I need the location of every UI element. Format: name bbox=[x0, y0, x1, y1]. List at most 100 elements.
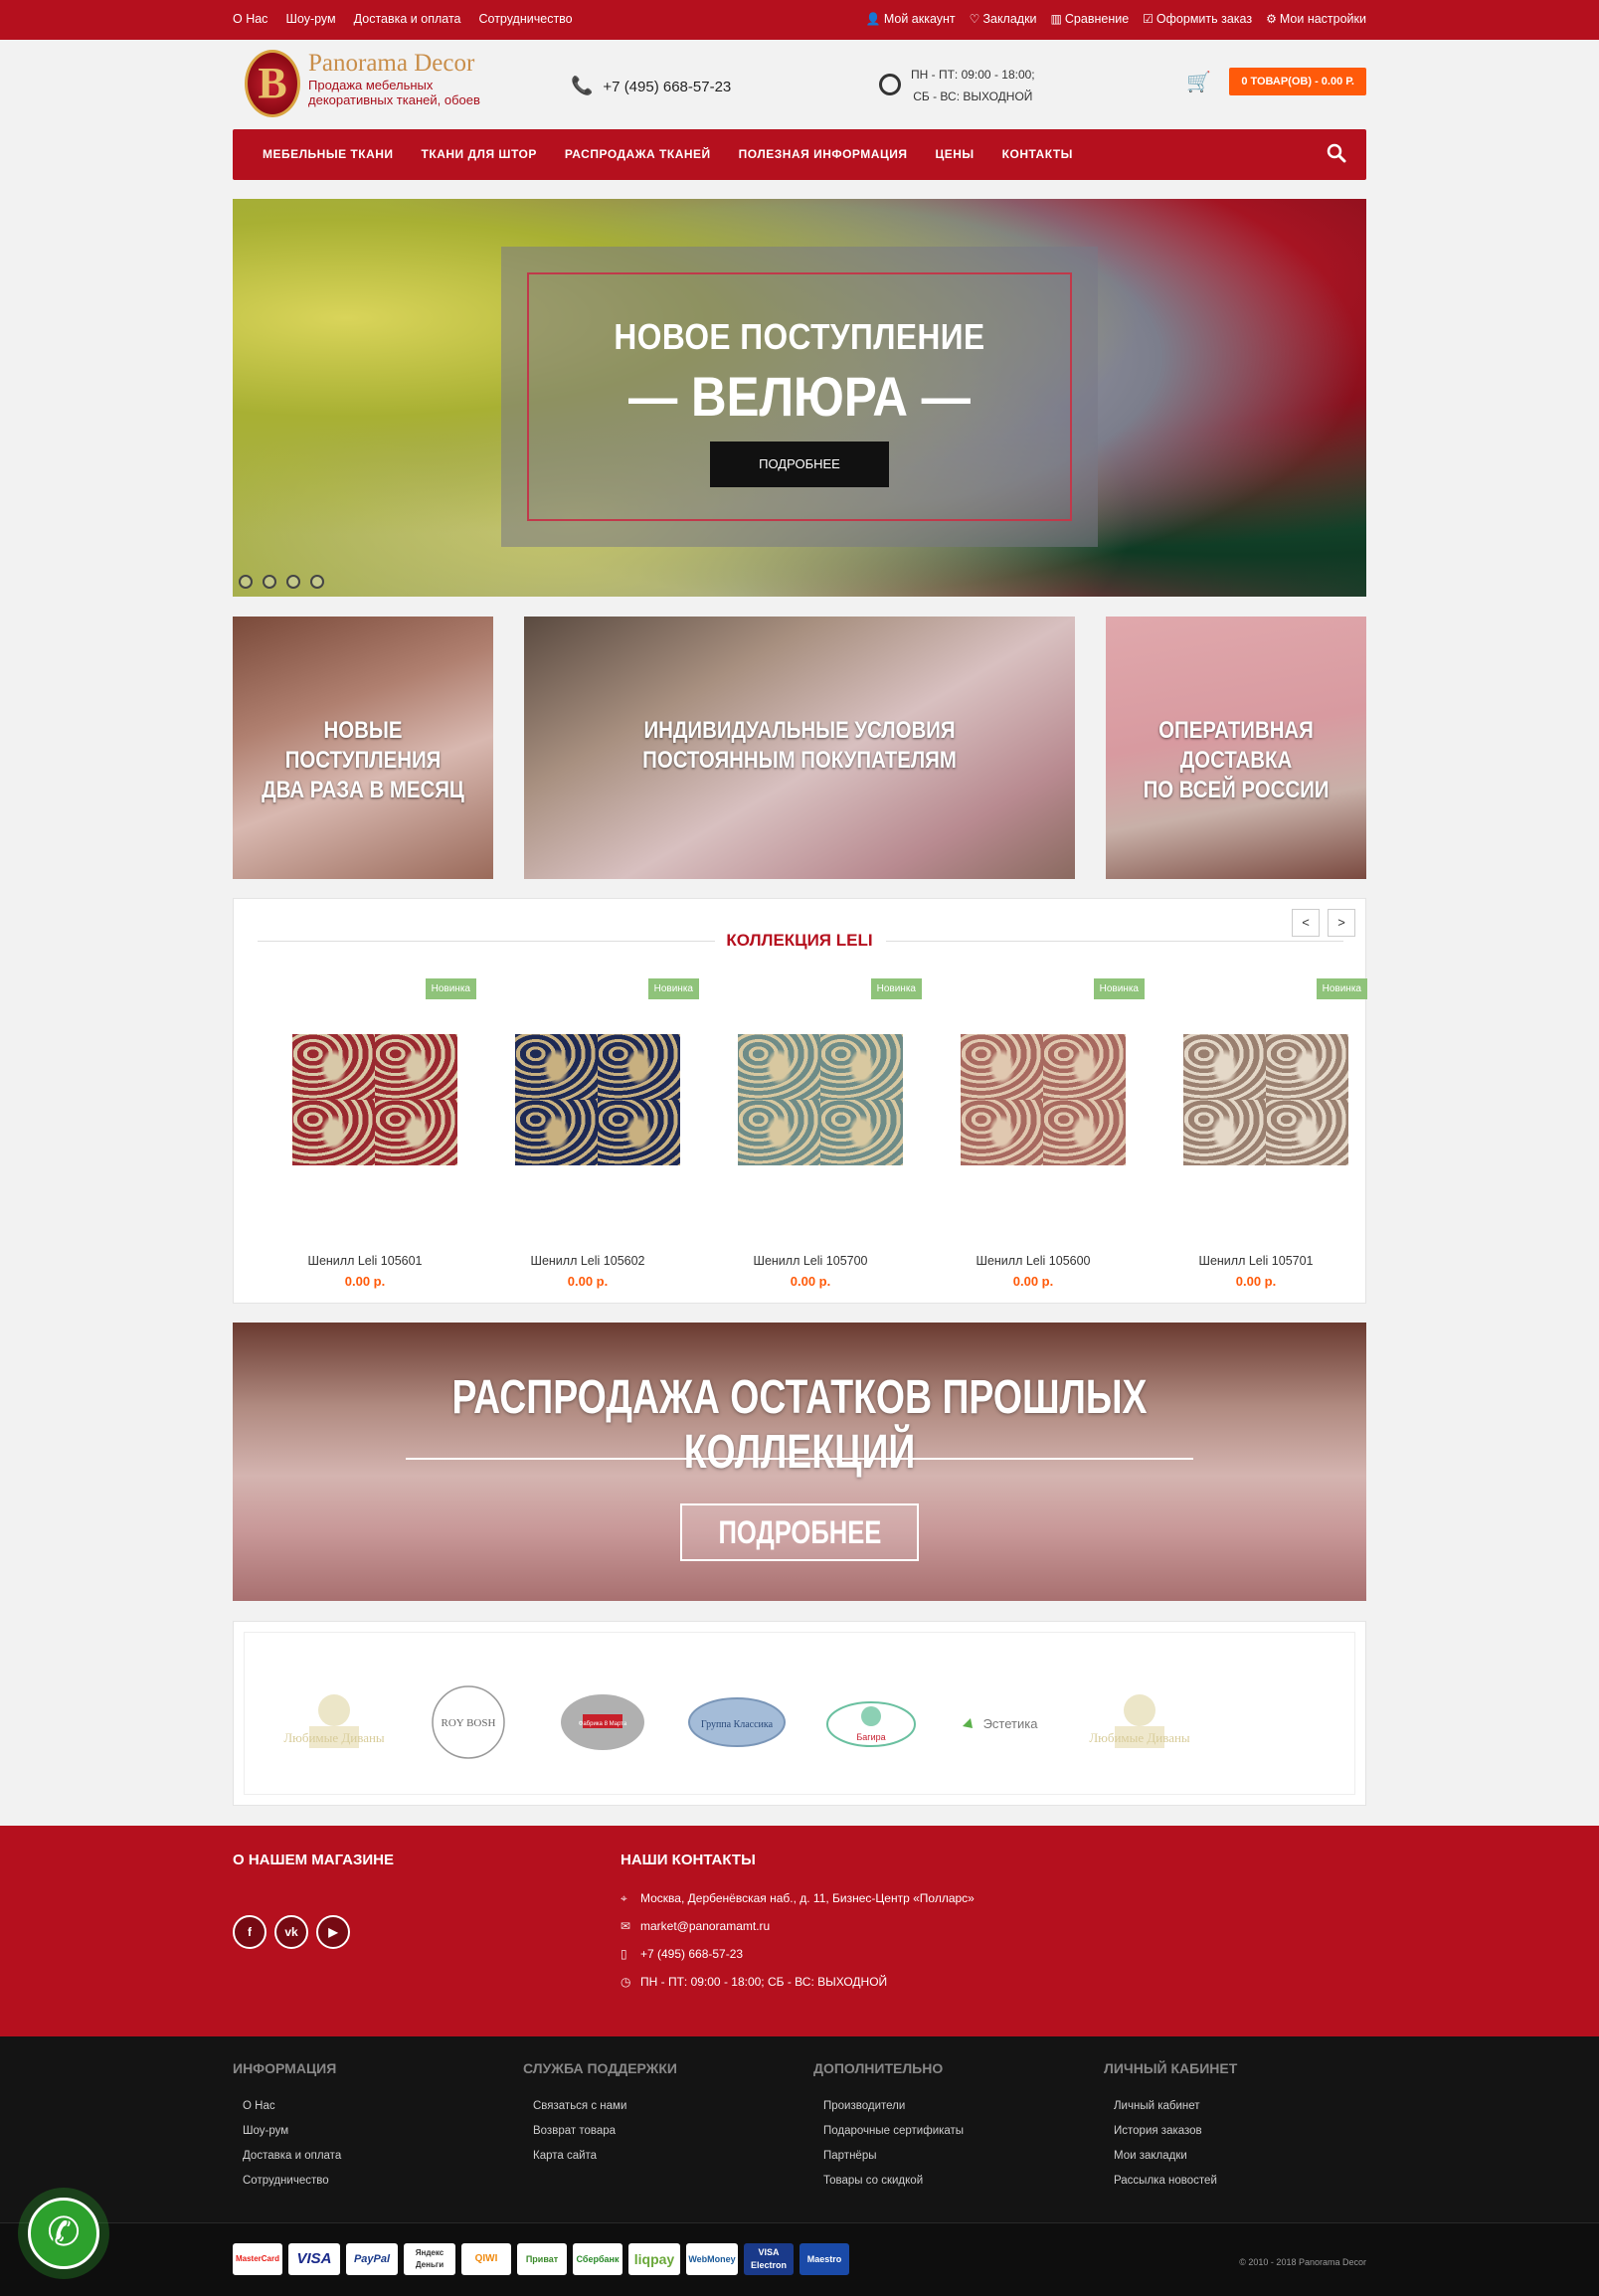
nav-useful-info[interactable]: ПОЛЕЗНАЯ ИНФОРМАЦИЯ bbox=[739, 147, 908, 161]
footer-link[interactable]: О Нас bbox=[243, 2094, 341, 2119]
footer-link[interactable]: Партнёры bbox=[823, 2144, 964, 2169]
header-phone[interactable]: 📞 +7 (495) 668-57-23 bbox=[571, 76, 731, 96]
footer-links: ИНФОРМАЦИЯ О Нас Шоу-рум Доставка и опла… bbox=[0, 2036, 1599, 2222]
footer-link[interactable]: Подарочные сертификаты bbox=[823, 2119, 964, 2144]
brand-logo[interactable]: ROY BOSH bbox=[414, 1682, 523, 1762]
contact-phone[interactable]: ▯ +7 (495) 668-57-23 bbox=[621, 1947, 743, 1961]
nav-furniture-fabrics[interactable]: МЕБЕЛЬНЫЕ ТКАНИ bbox=[263, 147, 394, 161]
slider-dot[interactable] bbox=[239, 575, 253, 589]
footer-link[interactable]: Товары со скидкой bbox=[823, 2169, 964, 2194]
sale-banner[interactable]: РАСПРОДАЖА ОСТАТКОВ ПРОШЛЫХ КОЛЛЕКЦИЙ ПО… bbox=[233, 1323, 1366, 1601]
product-name[interactable]: Шенилл Leli 105701 bbox=[1145, 1254, 1367, 1268]
footer-col-title: ДОПОЛНИТЕЛЬНО bbox=[813, 2060, 944, 2076]
product-image[interactable] bbox=[515, 1034, 680, 1165]
collection-title: КОЛЛЕКЦИЯ LELI bbox=[726, 931, 873, 950]
product-image[interactable] bbox=[1183, 1034, 1348, 1165]
top-link-cooperation[interactable]: Сотрудничество bbox=[478, 12, 572, 26]
phone-icon: ▯ bbox=[621, 1947, 627, 1961]
brand-logo[interactable]: Любимые Диваны bbox=[1085, 1682, 1194, 1762]
nav-prices[interactable]: ЦЕНЫ bbox=[935, 147, 974, 161]
liqpay-icon: liqpay bbox=[628, 2243, 680, 2275]
footer-link[interactable]: Личный кабинет bbox=[1114, 2094, 1237, 2119]
product-card[interactable]: Новинка Шенилл Leli 105600 0.00 р. bbox=[922, 978, 1145, 1289]
sale-more-button[interactable]: ПОДРОБНЕЕ bbox=[680, 1503, 919, 1561]
search-icon[interactable] bbox=[1327, 143, 1346, 163]
visa-icon: VISA bbox=[288, 2243, 340, 2275]
product-name[interactable]: Шенилл Leli 105700 bbox=[699, 1254, 922, 1268]
brand-logo[interactable]: Группа Классика bbox=[682, 1682, 792, 1762]
slider-dot[interactable] bbox=[286, 575, 300, 589]
slider-dot[interactable] bbox=[310, 575, 324, 589]
cart[interactable]: 🛒 0 ТОВАР(ОВ) - 0.00 Р. bbox=[1186, 68, 1366, 95]
product-card[interactable]: Новинка Шенилл Leli 105700 0.00 р. bbox=[699, 978, 922, 1289]
banner-individual-terms[interactable]: ИНДИВИДУАЛЬНЫЕ УСЛОВИЯ ПОСТОЯННЫМ ПОКУПАТ… bbox=[524, 617, 1075, 879]
product-name[interactable]: Шенилл Leli 105601 bbox=[254, 1254, 476, 1268]
slider-dot[interactable] bbox=[263, 575, 276, 589]
brand-logo[interactable]: Любимые Диваны bbox=[279, 1682, 389, 1762]
logo-name: Panorama Decor bbox=[308, 50, 475, 77]
footer-link[interactable]: Производители bbox=[823, 2094, 964, 2119]
facebook-icon[interactable]: f bbox=[233, 1915, 266, 1949]
nav-sale[interactable]: РАСПРОДАЖА ТКАНЕЙ bbox=[565, 147, 711, 161]
banner-delivery[interactable]: ОПЕРАТИВНАЯ ДОСТАВКА ПО ВСЕЙ РОССИИ bbox=[1106, 617, 1366, 879]
brand-logo[interactable]: Фабрика 8 Марта bbox=[548, 1682, 657, 1762]
banner-new-arrivals[interactable]: НОВЫЕ ПОСТУПЛЕНИЯ ДВА РАЗА В МЕСЯЦ bbox=[233, 617, 493, 879]
brand-name: Группа Классика bbox=[701, 1719, 774, 1730]
carousel-next-button[interactable]: > bbox=[1328, 909, 1355, 937]
product-image[interactable] bbox=[292, 1034, 457, 1165]
product-price: 0.00 р. bbox=[1235, 1274, 1277, 1289]
top-link-account[interactable]: 👤 Мой аккаунт bbox=[866, 12, 956, 26]
footer-link[interactable]: Возврат товара bbox=[533, 2119, 677, 2144]
footer-link[interactable]: Мои закладки bbox=[1114, 2144, 1237, 2169]
contact-email[interactable]: ✉ market@panoramamt.ru bbox=[621, 1919, 770, 1933]
product-name[interactable]: Шенилл Leli 105600 bbox=[922, 1254, 1145, 1268]
product-image[interactable] bbox=[738, 1034, 903, 1165]
top-links-left: О Нас Шоу-рум Доставка и оплата Сотрудни… bbox=[233, 12, 573, 26]
top-link-delivery[interactable]: Доставка и оплата bbox=[354, 12, 461, 26]
top-link-showroom[interactable]: Шоу-рум bbox=[285, 12, 335, 26]
top-link-bookmarks[interactable]: ♡ Закладки bbox=[970, 12, 1037, 26]
product-card[interactable]: Новинка Шенилл Leli 105602 0.00 р. bbox=[476, 978, 699, 1289]
copyright: © 2010 - 2018 Panorama Decor bbox=[1239, 2257, 1366, 2267]
footer-col-title: ЛИЧНЫЙ КАБИНЕТ bbox=[1104, 2060, 1238, 2076]
brand-logo[interactable]: Багира bbox=[816, 1682, 926, 1762]
hero-more-button[interactable]: ПОДРОБНЕЕ bbox=[710, 442, 889, 487]
footer-link[interactable]: Карта сайта bbox=[533, 2144, 677, 2169]
callback-button[interactable]: ✆ bbox=[18, 2188, 109, 2279]
bar-chart-icon: ▥ bbox=[1050, 12, 1062, 26]
top-link-about[interactable]: О Нас bbox=[233, 12, 267, 26]
slider-dots bbox=[239, 575, 324, 589]
footer-link[interactable]: История заказов bbox=[1114, 2119, 1237, 2144]
clock-icon bbox=[879, 74, 901, 95]
youtube-icon[interactable]: ▶ bbox=[316, 1915, 350, 1949]
footer-link[interactable]: Сотрудничество bbox=[243, 2169, 341, 2194]
logo-tagline: Продажа мебельных декоративных тканей, о… bbox=[308, 78, 480, 107]
new-badge: Новинка bbox=[425, 978, 476, 999]
user-icon: 👤 bbox=[865, 12, 881, 26]
product-name[interactable]: Шенилл Leli 105602 bbox=[476, 1254, 699, 1268]
about-title: О НАШЕМ МАГАЗИНЕ bbox=[233, 1852, 394, 1868]
site-logo[interactable]: B Panorama Decor Продажа мебельных декор… bbox=[245, 50, 497, 117]
nav-curtain-fabrics[interactable]: ТКАНИ ДЛЯ ШТОР bbox=[422, 147, 537, 161]
footer-contacts: О НАШЕМ МАГАЗИНЕ НАШИ КОНТАКТЫ f vk ▶ ⌖ М… bbox=[0, 1826, 1599, 2036]
product-card[interactable]: Новинка Шенилл Leli 105601 0.00 р. bbox=[254, 978, 476, 1289]
footer-link[interactable]: Доставка и оплата bbox=[243, 2144, 341, 2169]
top-link-settings[interactable]: ⚙ Мои настройки bbox=[1266, 12, 1366, 26]
sale-title: РАСПРОДАЖА ОСТАТКОВ ПРОШЛЫХ КОЛЛЕКЦИЙ bbox=[451, 1371, 1148, 1479]
product-card[interactable]: Новинка Шенилл Leli 105701 0.00 р. bbox=[1145, 978, 1367, 1289]
footer-link[interactable]: Связаться с нами bbox=[533, 2094, 677, 2119]
cart-button[interactable]: 0 ТОВАР(ОВ) - 0.00 Р. bbox=[1229, 68, 1366, 95]
footer-link[interactable]: Шоу-рум bbox=[243, 2119, 341, 2144]
banner-line: НОВЫЕ ПОСТУПЛЕНИЯ bbox=[284, 717, 442, 774]
nav-contacts[interactable]: КОНТАКТЫ bbox=[1002, 147, 1073, 161]
top-link-compare[interactable]: ▥ Сравнение bbox=[1051, 12, 1130, 26]
brands-carousel: Любимые Диваны ROY BOSH Фабрика 8 Марта … bbox=[233, 1621, 1366, 1806]
carousel-prev-button[interactable]: < bbox=[1292, 909, 1320, 937]
product-image[interactable] bbox=[961, 1034, 1126, 1165]
new-badge: Новинка bbox=[1093, 978, 1145, 999]
header-hours: ПН - ПТ: 09:00 - 18:00; СБ - ВС: ВЫХОДНО… bbox=[879, 64, 1035, 107]
vk-icon[interactable]: vk bbox=[274, 1915, 308, 1949]
top-link-checkout[interactable]: ☑ Оформить заказ bbox=[1143, 12, 1252, 26]
brand-logo[interactable]: Эстетика bbox=[951, 1682, 1060, 1762]
footer-link[interactable]: Рассылка новостей bbox=[1114, 2169, 1237, 2194]
